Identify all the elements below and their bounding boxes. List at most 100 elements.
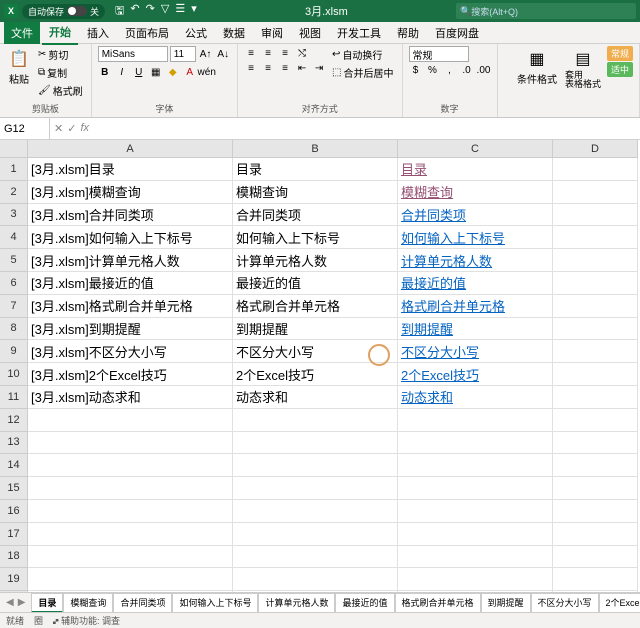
cell[interactable]: [3月.xlsm]格式刷合并单元格: [28, 295, 233, 318]
tab-home[interactable]: 开始: [42, 21, 78, 45]
sheet-prev-icon[interactable]: ◀: [6, 597, 14, 608]
sheet-tab[interactable]: 模糊查询: [63, 593, 113, 613]
tab-insert[interactable]: 插入: [80, 22, 116, 44]
cell-hyperlink[interactable]: 最接近的值: [398, 272, 553, 295]
cell[interactable]: [553, 340, 638, 363]
column-header-A[interactable]: A: [28, 140, 233, 158]
bold-icon[interactable]: B: [98, 65, 112, 79]
cell[interactable]: 目录: [233, 158, 398, 181]
row-header[interactable]: 8: [0, 318, 28, 341]
tab-data[interactable]: 数据: [216, 22, 252, 44]
cell[interactable]: [3月.xlsm]计算单元格人数: [28, 249, 233, 272]
cell[interactable]: [398, 454, 553, 477]
cancel-formula-icon[interactable]: ✕: [54, 122, 63, 135]
cell[interactable]: [553, 409, 638, 432]
cell[interactable]: [398, 500, 553, 523]
tab-dev[interactable]: 开发工具: [330, 22, 388, 44]
comma-icon[interactable]: ,: [443, 63, 457, 77]
row-header[interactable]: 6: [0, 272, 28, 295]
cell-hyperlink[interactable]: 模糊查询: [398, 181, 553, 204]
sheet-tab[interactable]: 2个Excel技巧: [599, 593, 640, 613]
touch-icon[interactable]: ☰: [175, 2, 185, 21]
cell[interactable]: [28, 454, 233, 477]
align-right-icon[interactable]: ≡: [278, 61, 292, 75]
font-size-select[interactable]: 11: [170, 46, 196, 62]
cell[interactable]: [233, 454, 398, 477]
cell[interactable]: [3月.xlsm]最接近的值: [28, 272, 233, 295]
sheet-tab[interactable]: 到期提醒: [481, 593, 531, 613]
indent-dec-icon[interactable]: ⇤: [295, 61, 309, 75]
search-box[interactable]: 🔍 搜索(Alt+Q): [456, 3, 636, 19]
inc-decimal-icon[interactable]: .0: [460, 63, 474, 77]
cell[interactable]: [553, 432, 638, 455]
tab-view[interactable]: 视图: [292, 22, 328, 44]
cell-hyperlink[interactable]: 如何输入上下标号: [398, 226, 553, 249]
italic-icon[interactable]: I: [115, 65, 129, 79]
row-header[interactable]: 11: [0, 386, 28, 409]
table-format-button[interactable]: ▤套用 表格格式: [563, 46, 603, 91]
cell[interactable]: 不区分大小写: [233, 340, 398, 363]
cell[interactable]: [28, 546, 233, 569]
align-left-icon[interactable]: ≡: [244, 61, 258, 75]
cond-format-button[interactable]: ▦条件格式: [515, 46, 559, 88]
phonetic-icon[interactable]: wén: [200, 65, 214, 79]
dec-decimal-icon[interactable]: .00: [477, 63, 491, 77]
cell[interactable]: [553, 363, 638, 386]
redo-icon[interactable]: ↷: [146, 2, 155, 21]
cell[interactable]: [553, 295, 638, 318]
cell[interactable]: [28, 409, 233, 432]
row-header[interactable]: 15: [0, 477, 28, 500]
tab-baidu[interactable]: 百度网盘: [428, 22, 486, 44]
cell[interactable]: [398, 477, 553, 500]
sheet-tab[interactable]: 最接近的值: [335, 593, 394, 613]
cell[interactable]: [3月.xlsm]模糊查询: [28, 181, 233, 204]
font-color-icon[interactable]: A: [183, 65, 197, 79]
cell[interactable]: [28, 568, 233, 591]
cell[interactable]: [553, 318, 638, 341]
cell[interactable]: [233, 546, 398, 569]
cell[interactable]: 合并同类项: [233, 204, 398, 227]
currency-icon[interactable]: $: [409, 63, 423, 77]
decrease-font-icon[interactable]: A↓: [215, 46, 231, 62]
border-icon[interactable]: ▦: [149, 65, 163, 79]
indent-inc-icon[interactable]: ⇥: [312, 61, 326, 75]
row-header[interactable]: 4: [0, 226, 28, 249]
name-box[interactable]: G12: [0, 118, 50, 139]
cell[interactable]: [398, 432, 553, 455]
cell[interactable]: [553, 204, 638, 227]
sheet-tab[interactable]: 合并同类项: [113, 593, 172, 613]
undo-icon[interactable]: ↶: [130, 2, 139, 21]
row-header[interactable]: 19: [0, 568, 28, 591]
cell[interactable]: [3月.xlsm]如何输入上下标号: [28, 226, 233, 249]
cell[interactable]: [553, 500, 638, 523]
cell[interactable]: [553, 272, 638, 295]
merge-button[interactable]: ⬚合并后居中: [330, 64, 395, 81]
cell[interactable]: [28, 432, 233, 455]
cell[interactable]: [233, 523, 398, 546]
row-header[interactable]: 14: [0, 454, 28, 477]
column-header-C[interactable]: C: [398, 140, 553, 158]
font-name-select[interactable]: MiSans: [98, 46, 168, 62]
cell[interactable]: [553, 546, 638, 569]
cell[interactable]: [233, 409, 398, 432]
cell-hyperlink[interactable]: 动态求和: [398, 386, 553, 409]
underline-icon[interactable]: U: [132, 65, 146, 79]
confirm-formula-icon[interactable]: ✓: [67, 122, 76, 135]
cell[interactable]: [398, 523, 553, 546]
row-header[interactable]: 17: [0, 523, 28, 546]
row-header[interactable]: 9: [0, 340, 28, 363]
style-good[interactable]: 适中: [607, 62, 633, 77]
style-general[interactable]: 常规: [607, 46, 633, 61]
increase-font-icon[interactable]: A↑: [198, 46, 214, 62]
align-bottom-icon[interactable]: ≡: [278, 46, 292, 60]
cell[interactable]: [398, 546, 553, 569]
cut-button[interactable]: ✂剪切: [36, 46, 85, 63]
row-header[interactable]: 5: [0, 249, 28, 272]
sheet-next-icon[interactable]: ▶: [18, 597, 26, 608]
cell-hyperlink[interactable]: 2个Excel技巧: [398, 363, 553, 386]
cell-hyperlink[interactable]: 合并同类项: [398, 204, 553, 227]
cell[interactable]: [3月.xlsm]动态求和: [28, 386, 233, 409]
cell-hyperlink[interactable]: 不区分大小写: [398, 340, 553, 363]
cell[interactable]: 计算单元格人数: [233, 249, 398, 272]
cell[interactable]: [553, 249, 638, 272]
